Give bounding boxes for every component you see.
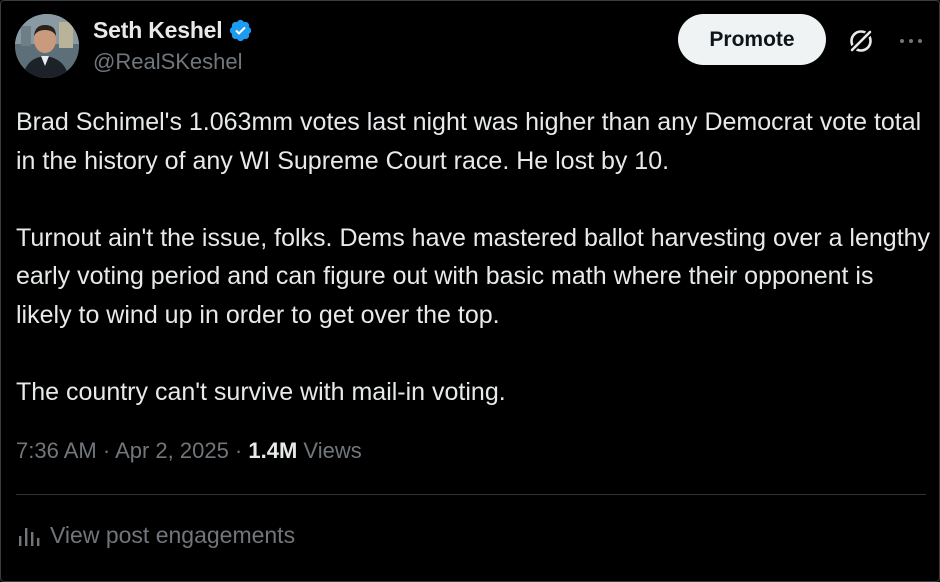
engagements-label[interactable]: View post engagements	[50, 522, 295, 549]
tweet-paragraph: The country can't survive with mail-in v…	[16, 377, 506, 406]
tweet-meta: 7:36 AM · Apr 2, 2025 · 1.4M Views	[16, 438, 362, 464]
verified-badge-icon	[230, 19, 252, 42]
author-handle[interactable]: @RealSKeshel	[93, 49, 243, 75]
views-label: Views	[303, 438, 362, 463]
tweet-date[interactable]: Apr 2, 2025	[115, 438, 229, 463]
divider	[16, 494, 926, 495]
tweet-time[interactable]: 7:36 AM	[16, 438, 97, 463]
avatar-image	[15, 14, 79, 78]
views-count: 1.4M	[248, 438, 298, 463]
more-horizontal-icon[interactable]	[899, 37, 923, 45]
view-engagements-link[interactable]: View post engagements	[16, 522, 295, 549]
avatar[interactable]	[15, 14, 79, 78]
meta-separator: ·	[228, 438, 249, 463]
tweet-text: Brad Schimel's 1.063mm votes last night …	[16, 103, 931, 411]
bar-chart-icon	[19, 527, 40, 546]
author-display-name[interactable]: Seth Keshel	[93, 17, 223, 44]
tweet-paragraph: Brad Schimel's 1.063mm votes last night …	[16, 108, 922, 175]
promote-button[interactable]: Promote	[678, 14, 826, 65]
tweet-paragraph: Turnout ain't the issue, folks. Dems hav…	[16, 223, 931, 329]
grok-slash-circle-icon[interactable]	[846, 26, 876, 56]
tweet-card: Seth Keshel @RealSKeshel Promote Brad Sc…	[0, 0, 940, 582]
author-name-row[interactable]: Seth Keshel	[93, 17, 253, 44]
meta-separator: ·	[96, 438, 116, 463]
